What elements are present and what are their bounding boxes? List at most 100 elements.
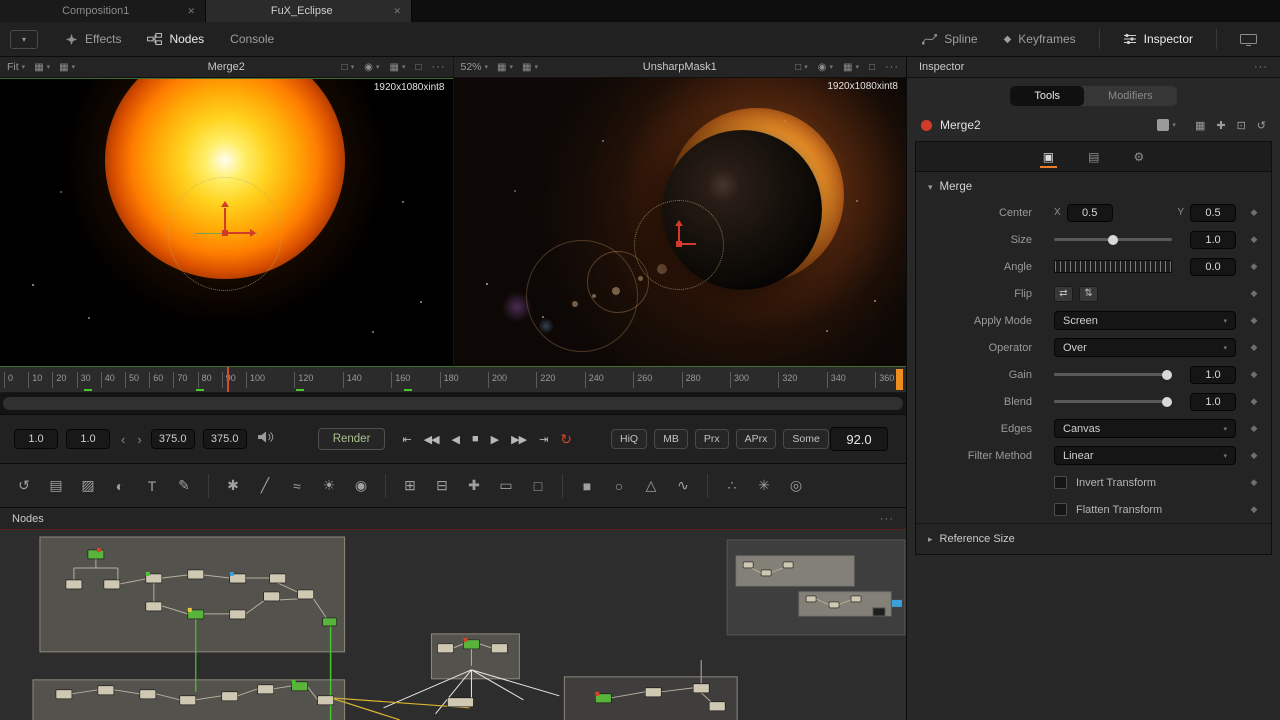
channel-dropdown[interactable]: ▦ ▾ [843,62,859,73]
size-field[interactable] [1190,231,1236,249]
timeline-scrollbar-thumb[interactable] [3,397,903,410]
flip-horizontal-button[interactable]: ⇄ [1054,286,1073,302]
dual-screen-button[interactable] [1227,28,1270,51]
close-tab-icon[interactable]: ✕ [393,6,401,17]
keyframe-diamond-icon[interactable]: ◆ [1243,315,1265,326]
tab-tools[interactable]: Tools [1010,86,1084,106]
saver-tool-icon[interactable]: ▤ [42,472,70,500]
buffer-b-dropdown[interactable]: ▦ ▾ [59,62,75,73]
particle-render-tool-icon[interactable]: ✳ [750,472,778,500]
center-x-field[interactable] [1067,204,1113,222]
tab-transform-controls[interactable]: ▣ [1040,145,1057,168]
fast-forward-button[interactable]: ▶▶ [508,433,529,446]
left-viewer[interactable]: 1920x1080xint8 [0,78,454,367]
play-reverse-button[interactable]: ◀ [449,433,462,446]
reference-size-section-header[interactable]: ▸ Reference Size [916,523,1271,554]
snapshot-button[interactable]: □ [869,62,875,73]
crop-tool-icon[interactable]: □ [524,472,552,500]
console-button[interactable]: Console [217,27,287,51]
workspace-dropdown[interactable]: ▾ [10,30,38,49]
color-controls-dropdown[interactable]: ◉ ▾ [364,62,379,73]
lock-icon[interactable]: ⊡ [1237,119,1246,132]
loader-tool-icon[interactable]: ↺ [10,472,38,500]
node-group[interactable] [727,540,905,635]
right-viewer[interactable]: 1920x1080xint8 [454,78,907,367]
quality-some-button[interactable]: Some [783,429,828,449]
hue-curves-tool-icon[interactable]: ≈ [283,472,311,500]
camera-3d-tool-icon[interactable]: ◎ [782,472,810,500]
viewer-options-button[interactable]: ··· [432,61,446,73]
buffer-b-dropdown[interactable]: ▦ ▾ [522,62,538,73]
loop-button[interactable]: ↻ [557,431,575,448]
inspector-options-button[interactable]: ··· [1254,61,1268,73]
nodes-button[interactable]: Nodes [134,27,217,51]
edges-dropdown[interactable]: Canvas ▾ [1054,419,1236,438]
guides-dropdown[interactable]: □ ▾ [342,62,355,73]
keyframe-diamond-icon[interactable]: ◆ [1243,207,1265,218]
keyframe-diamond-icon[interactable]: ◆ [1243,261,1265,272]
quality-aprx-button[interactable]: APrx [736,429,777,449]
rectangle-mask-tool-icon[interactable]: ■ [573,472,601,500]
resize-tool-icon[interactable]: ▭ [492,472,520,500]
ellipse-mask-tool-icon[interactable]: ○ [605,472,633,500]
bspline-mask-tool-icon[interactable]: ∿ [669,472,697,500]
viewer-options-button[interactable]: ··· [885,61,899,73]
audio-mute-button[interactable] [257,430,274,449]
tab-layer-controls[interactable]: ▤ [1085,145,1102,168]
comp-end-field[interactable] [203,429,247,449]
keyframe-diamond-icon[interactable]: ◆ [1243,369,1265,380]
tab-fux-eclipse[interactable]: FuX_Eclipse ✕ [206,0,412,22]
particles-tool-icon[interactable]: ✱ [219,472,247,500]
tab-composition1[interactable]: Composition1 ✕ [0,0,206,22]
brightness-contrast-tool-icon[interactable]: ☀ [315,472,343,500]
keyframe-diamond-icon[interactable]: ◆ [1243,423,1265,434]
versions-icon[interactable]: ▦ [1195,119,1205,132]
keyframe-diamond-icon[interactable]: ◆ [1243,504,1265,515]
close-tab-icon[interactable]: ✕ [187,6,195,17]
play-button[interactable]: ▶ [488,433,501,446]
background-tool-icon[interactable]: ▨ [74,472,102,500]
center-control-handle[interactable] [676,241,682,247]
node-subgroup[interactable] [736,556,854,586]
gain-field[interactable] [1190,366,1236,384]
flip-vertical-button[interactable]: ⇅ [1079,286,1098,302]
merge-tool-icon[interactable]: ⊞ [396,472,424,500]
playhead[interactable] [227,367,229,392]
quality-hiq-button[interactable]: HiQ [611,429,647,449]
blend-slider[interactable] [1054,393,1172,411]
operator-dropdown[interactable]: Over ▾ [1054,338,1236,357]
tab-modifiers[interactable]: Modifiers [1084,86,1177,106]
keyframe-diamond-icon[interactable]: ◆ [1243,234,1265,245]
keyframe-diamond-icon[interactable]: ◆ [1243,477,1265,488]
node-group[interactable] [564,677,737,720]
color-controls-dropdown[interactable]: ◉ ▾ [818,62,833,73]
fast-rewind-button[interactable]: ◀◀ [421,433,442,446]
effects-button[interactable]: Effects [52,27,134,51]
render-start-field[interactable] [66,429,110,449]
step-back-button[interactable]: ‹ [118,432,128,447]
invert-transform-checkbox[interactable] [1054,476,1067,489]
blend-field[interactable] [1190,393,1236,411]
polygon-mask-tool-icon[interactable]: △ [637,472,665,500]
center-control-horizontal[interactable] [680,243,696,245]
buffer-a-dropdown[interactable]: ▦ ▾ [497,62,513,73]
spline-button[interactable]: Spline [909,27,990,51]
merge-section-header[interactable]: ▾ Merge [916,172,1271,199]
particle-emitter-tool-icon[interactable]: ∴ [718,472,746,500]
flatten-transform-checkbox[interactable] [1054,503,1067,516]
stop-button[interactable]: ■ [469,433,481,445]
size-slider[interactable] [1054,231,1172,249]
center-y-field[interactable] [1190,204,1236,222]
time-ruler[interactable]: 0102030405060708090100120140160180200220… [0,367,906,393]
apply-mode-dropdown[interactable]: Screen ▾ [1054,311,1236,330]
node-color-dropdown[interactable]: ▾ [1157,119,1176,131]
fastnoise-tool-icon[interactable]: ◐ [106,472,134,500]
transform-tool-icon[interactable]: ✚ [460,472,488,500]
nodes-panel-options-button[interactable]: ··· [880,513,894,525]
tab-settings[interactable]: ⚙ [1130,145,1147,168]
snapshot-button[interactable]: □ [415,62,421,73]
keyframe-diamond-icon[interactable]: ◆ [1243,288,1265,299]
center-control-handle[interactable] [222,230,228,236]
go-to-start-button[interactable]: ⇤ [399,433,413,446]
text-tool-icon[interactable]: T [138,472,166,500]
